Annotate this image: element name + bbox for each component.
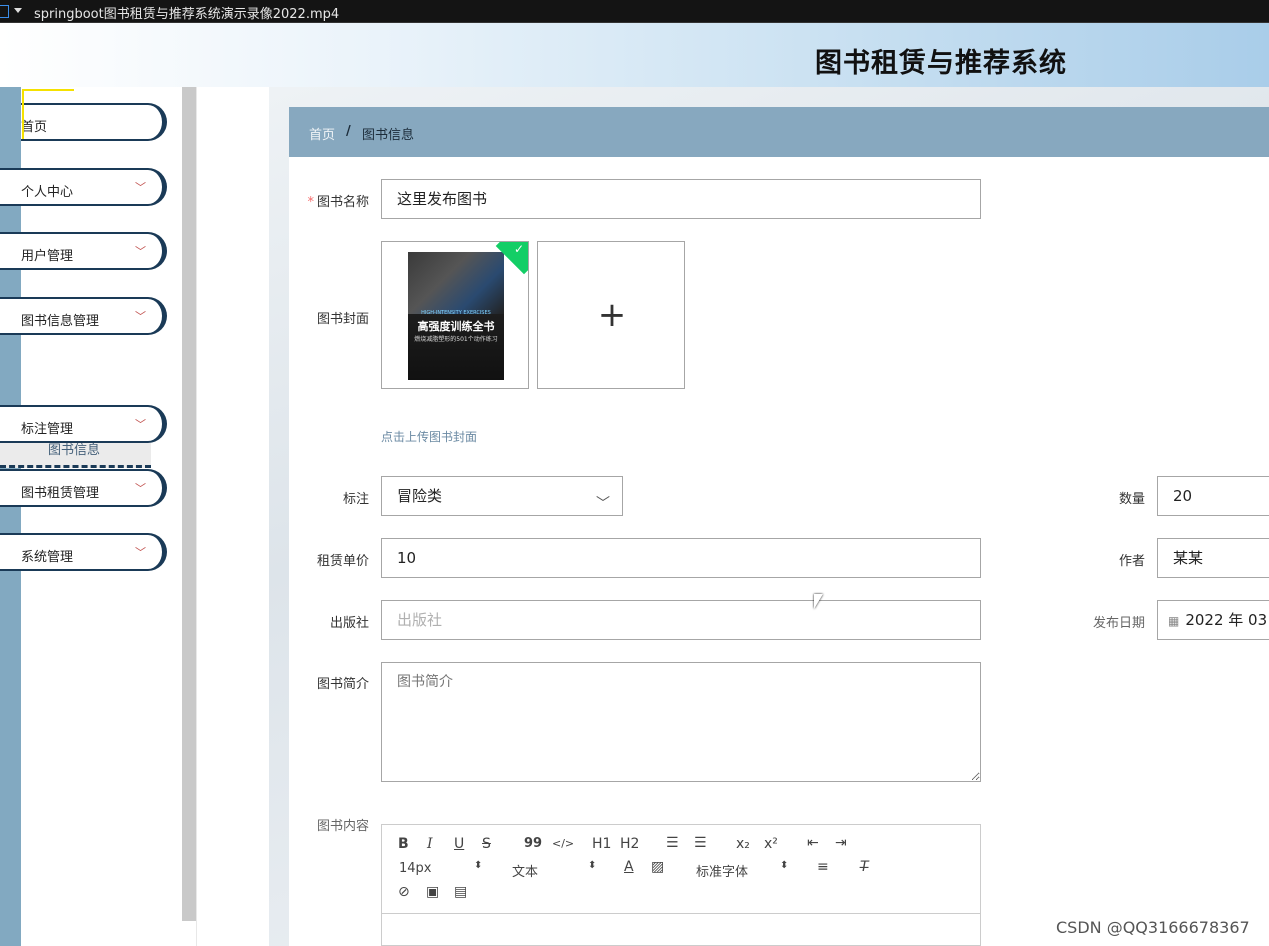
watermark: CSDN @QQ3166678367 [1056, 918, 1250, 937]
intro-label: 图书简介 [316, 677, 369, 692]
book-cover-image: HIGH-INTENSITY EXERCISES 高强度训练全书 燃烧减脂塑形的… [408, 252, 504, 380]
chevron-down-icon: ﹀ [596, 496, 610, 512]
chevron-down-icon: ﹀ [135, 310, 146, 323]
sidebar-scrollbar[interactable] [182, 87, 196, 921]
image-icon[interactable]: ▣ [426, 884, 439, 900]
header1-button[interactable]: H1 [592, 836, 611, 852]
main-panel: 首页 / 图书信息 * 图书名称 这里发布图书 图书封面 HIGH-INTENSI… [289, 107, 1269, 946]
publisher-input[interactable]: 出版社 [381, 600, 981, 640]
book-name-label: * 图书名称 [307, 195, 369, 210]
publish-date-value: 2022 年 03 [1185, 611, 1268, 629]
site-title: 图书租赁与推荐系统 [815, 48, 1067, 79]
site-header: 图书租赁与推荐系统 [0, 23, 1269, 87]
sidebar-item-system-management[interactable]: 系统管理 ﹀ [0, 533, 167, 571]
cover-upload-button[interactable]: + [537, 241, 685, 389]
font-family-select[interactable]: 标准字体 [696, 861, 748, 880]
rental-price-input[interactable]: 10 [381, 538, 981, 578]
rental-price-label: 租赁单价 [316, 554, 369, 569]
sidebar-item-book-info-management[interactable]: 图书信息管理 ﹀ [0, 297, 167, 335]
rich-text-editor: B I U S 99 </> H1 H2 ☰ ☰ x₂ x² ⇤ ⇥ 14px … [381, 824, 981, 946]
font-size-select[interactable]: 14px [399, 861, 432, 876]
cover-thumbnail[interactable]: HIGH-INTENSITY EXERCISES 高强度训练全书 燃烧减脂塑形的… [381, 241, 529, 389]
book-cover-banner: HIGH-INTENSITY EXERCISES [421, 310, 491, 316]
chevron-updown-icon: ⬍ [474, 860, 483, 871]
sidebar-item-personal-center[interactable]: 个人中心 ﹀ [0, 168, 167, 206]
italic-button[interactable]: I [427, 836, 433, 852]
breadcrumb-current: 图书信息 [362, 128, 415, 143]
check-icon: ✓ [513, 242, 524, 256]
window-titlebar: springboot图书租赁与推荐系统演示录像2022.mp4 [0, 0, 1269, 23]
author-label: 作者 [1118, 554, 1145, 569]
chevron-updown-icon: ⬍ [588, 860, 597, 871]
tag-select-value: 冒险类 [397, 487, 443, 505]
highlight-marker [22, 89, 74, 139]
superscript-button[interactable]: x² [764, 836, 778, 852]
clear-format-icon[interactable]: T̶ [860, 859, 869, 875]
book-name-input[interactable]: 这里发布图书 [381, 179, 981, 219]
ordered-list-icon[interactable]: ☰ [666, 835, 679, 851]
publish-date-picker[interactable]: ▦ 2022 年 03 [1157, 600, 1269, 640]
underline-button[interactable]: U [454, 836, 464, 852]
link-icon[interactable]: ⊘ [398, 884, 410, 900]
window-icon[interactable] [0, 5, 9, 18]
book-cover-subtitle: 燃烧减脂塑形的501个动作练习 [414, 336, 498, 343]
indent-icon[interactable]: ⇥ [835, 835, 847, 851]
tag-label: 标注 [342, 492, 369, 507]
sidebar: 首页 个人中心 ﹀ 用户管理 ﹀ 图书信息管理 ﹀ 图书信息 标注管理 ﹀ 图书… [0, 87, 182, 946]
outdent-icon[interactable]: ⇤ [807, 835, 819, 851]
align-left-icon[interactable]: ≡ [817, 859, 829, 875]
chevron-down-icon: ﹀ [135, 245, 146, 258]
required-marker: * [307, 195, 314, 210]
quantity-label: 数量 [1118, 492, 1145, 507]
chevron-down-icon: ﹀ [135, 546, 146, 559]
header-format-select[interactable]: 文本 [512, 861, 538, 880]
sidebar-item-label: 用户管理 [21, 249, 74, 264]
chevron-down-icon: ﹀ [135, 181, 146, 194]
sidebar-edge [0, 87, 21, 946]
content-gutter [196, 87, 270, 946]
mouse-cursor [814, 594, 823, 609]
sidebar-item-label: 标注管理 [21, 422, 74, 437]
publish-date-label: 发布日期 [1092, 616, 1145, 631]
sidebar-item-user-management[interactable]: 用户管理 ﹀ [0, 232, 167, 270]
cover-upload-hint: 点击上传图书封面 [381, 430, 478, 444]
blockquote-button[interactable]: 99 [524, 836, 542, 851]
sidebar-item-label: 图书信息管理 [21, 314, 100, 329]
author-input[interactable]: 某某 [1157, 538, 1269, 578]
calendar-icon: ▦ [1168, 614, 1180, 628]
breadcrumb-separator: / [346, 124, 351, 139]
publisher-label: 出版社 [329, 616, 369, 631]
chevron-down-icon: ﹀ [135, 482, 146, 495]
content-label: 图书内容 [316, 819, 369, 834]
breadcrumb-home[interactable]: 首页 [309, 124, 335, 143]
sidebar-item-rental-management[interactable]: 图书租赁管理 ﹀ [0, 469, 167, 507]
sidebar-item-label: 系统管理 [21, 550, 74, 565]
caret-down-icon[interactable] [14, 8, 22, 13]
book-cover-label: 图书封面 [316, 312, 369, 327]
font-color-icon[interactable]: A [624, 859, 634, 875]
video-icon[interactable]: ▤ [454, 884, 467, 900]
breadcrumb: 首页 / 图书信息 [289, 107, 1269, 157]
sidebar-item-label: 个人中心 [21, 185, 74, 200]
bold-button[interactable]: B [398, 836, 409, 852]
strike-button[interactable]: S [482, 836, 491, 852]
plus-icon: + [597, 295, 627, 335]
window-title: springboot图书租赁与推荐系统演示录像2022.mp4 [34, 7, 340, 22]
quantity-input[interactable]: 20 [1157, 476, 1269, 516]
bullet-list-icon[interactable]: ☰ [694, 835, 707, 851]
chevron-down-icon: ﹀ [135, 418, 146, 431]
subscript-button[interactable]: x₂ [736, 836, 750, 852]
sidebar-item-tag-management[interactable]: 标注管理 ﹀ [0, 405, 167, 443]
tag-select[interactable]: 冒险类 ﹀ [381, 476, 623, 516]
book-cover-title: 高强度训练全书 [417, 320, 495, 333]
header2-button[interactable]: H2 [620, 836, 639, 852]
chevron-updown-icon: ⬍ [780, 860, 789, 871]
background-color-icon[interactable]: ▨ [651, 859, 664, 875]
editor-toolbar: B I U S 99 </> H1 H2 ☰ ☰ x₂ x² ⇤ ⇥ 14px … [382, 825, 980, 914]
code-block-button[interactable]: </> [552, 837, 574, 850]
sidebar-item-label: 图书租赁管理 [21, 486, 100, 501]
intro-textarea[interactable] [381, 662, 981, 782]
